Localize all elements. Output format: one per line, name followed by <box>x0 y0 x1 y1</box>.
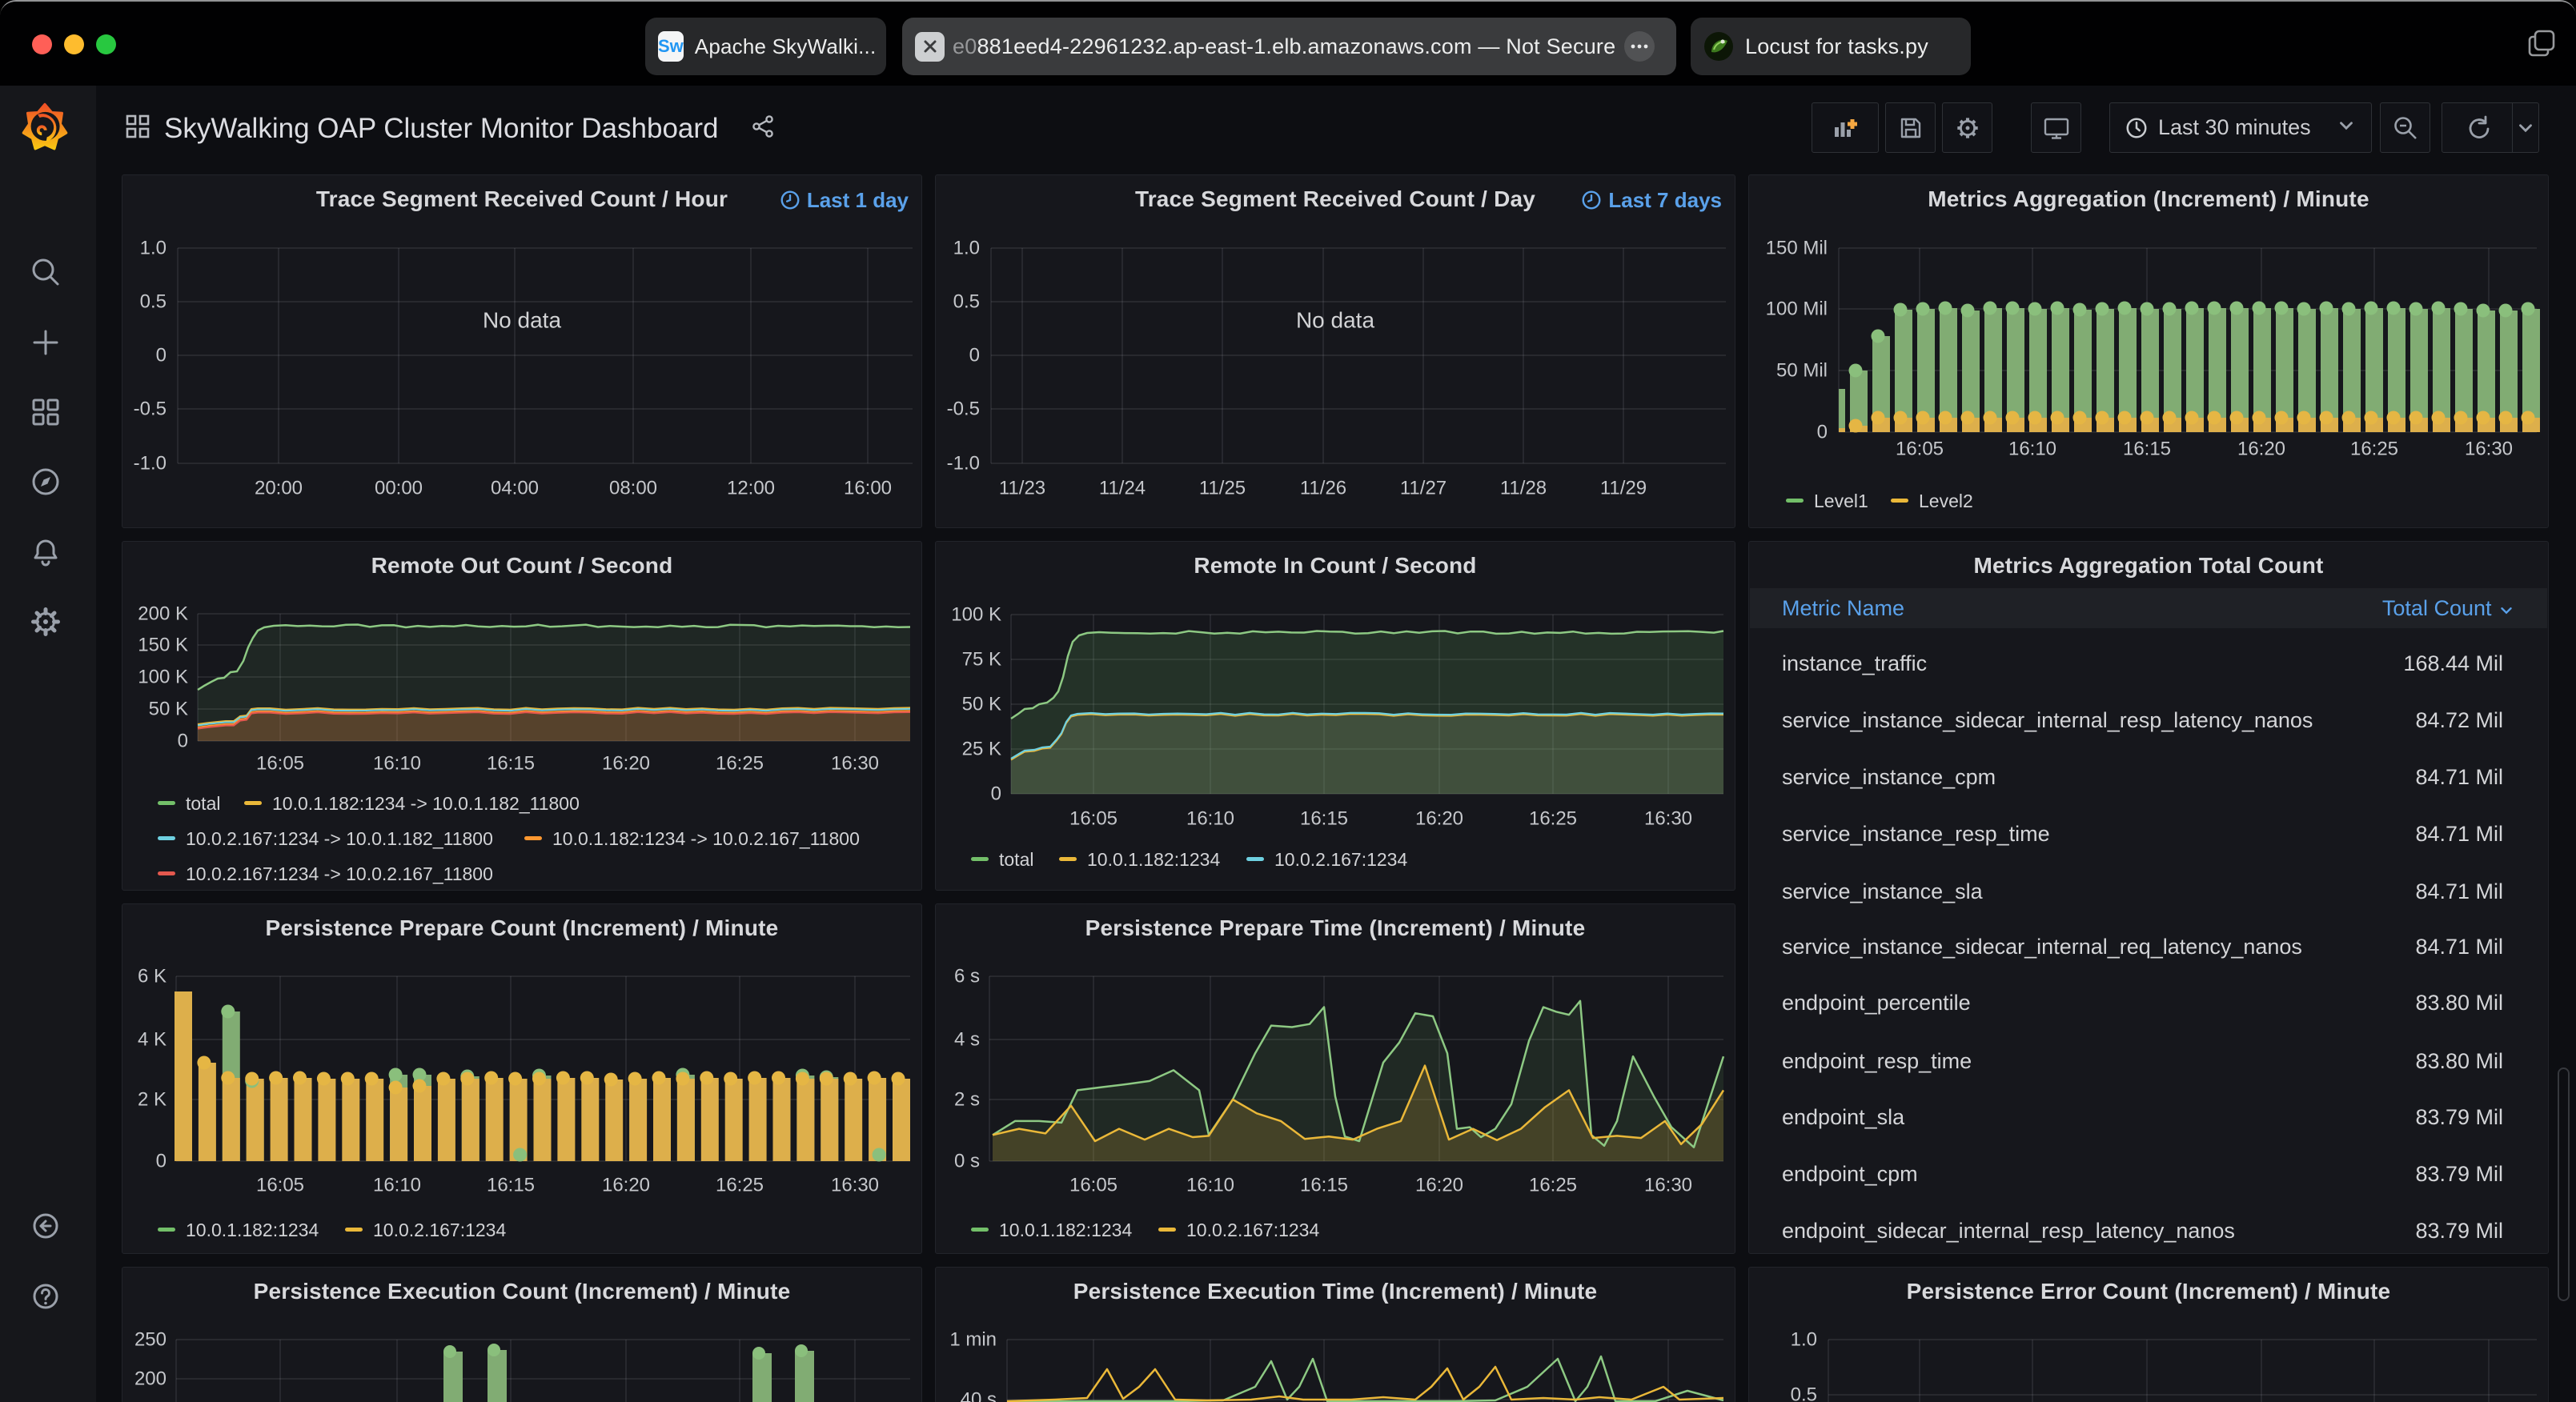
svg-text:2 K: 2 K <box>138 1089 167 1111</box>
svg-text:16:15: 16:15 <box>2123 439 2171 460</box>
svg-text:16:05: 16:05 <box>1896 439 1944 460</box>
svg-text:16:15: 16:15 <box>1300 1175 1348 1196</box>
svg-text:16:10: 16:10 <box>373 753 421 775</box>
svg-text:1 min: 1 min <box>949 1329 997 1351</box>
svg-text:16:20: 16:20 <box>2237 439 2285 460</box>
svg-text:40 s: 40 s <box>961 1389 997 1402</box>
svg-text:16:15: 16:15 <box>487 1175 535 1196</box>
svg-text:16:25: 16:25 <box>1529 1175 1577 1196</box>
svg-text:11/26: 11/26 <box>1300 478 1346 499</box>
svg-text:No data: No data <box>483 308 561 333</box>
svg-text:16:30: 16:30 <box>2465 439 2513 460</box>
svg-text:11/28: 11/28 <box>1500 478 1547 499</box>
svg-text:16:05: 16:05 <box>1069 1175 1117 1196</box>
svg-text:16:20: 16:20 <box>1415 808 1463 830</box>
svg-text:12:00: 12:00 <box>727 478 775 499</box>
svg-text:16:25: 16:25 <box>1529 808 1577 830</box>
svg-text:16:20: 16:20 <box>602 1175 650 1196</box>
svg-text:0.5: 0.5 <box>953 291 980 313</box>
svg-text:1.0: 1.0 <box>140 238 167 259</box>
svg-text:4 K: 4 K <box>138 1029 167 1051</box>
svg-text:0: 0 <box>178 731 188 752</box>
svg-text:11/29: 11/29 <box>1600 478 1647 499</box>
svg-text:11/25: 11/25 <box>1199 478 1246 499</box>
svg-text:16:05: 16:05 <box>1069 808 1117 830</box>
svg-text:1.0: 1.0 <box>1791 1329 1817 1351</box>
svg-text:6 s: 6 s <box>954 966 980 987</box>
svg-text:16:05: 16:05 <box>256 753 304 775</box>
svg-text:No data: No data <box>1296 308 1374 333</box>
svg-text:16:10: 16:10 <box>2008 439 2056 460</box>
svg-text:0 s: 0 s <box>954 1151 980 1172</box>
svg-text:4 s: 4 s <box>954 1029 980 1051</box>
svg-text:16:30: 16:30 <box>1644 808 1692 830</box>
svg-text:75 K: 75 K <box>962 649 1001 671</box>
svg-text:00:00: 00:00 <box>375 478 423 499</box>
svg-text:25 K: 25 K <box>962 739 1001 760</box>
svg-text:50 Mil: 50 Mil <box>1776 360 1828 382</box>
svg-text:100 K: 100 K <box>138 667 188 688</box>
svg-text:16:30: 16:30 <box>1644 1175 1692 1196</box>
svg-text:16:15: 16:15 <box>487 753 535 775</box>
svg-text:150 K: 150 K <box>138 635 188 656</box>
svg-text:16:10: 16:10 <box>373 1175 421 1196</box>
svg-text:16:30: 16:30 <box>831 753 879 775</box>
svg-text:6 K: 6 K <box>138 966 167 987</box>
svg-text:0.5: 0.5 <box>140 291 167 313</box>
svg-text:16:25: 16:25 <box>2350 439 2398 460</box>
svg-text:2 s: 2 s <box>954 1089 980 1111</box>
svg-text:0: 0 <box>1817 422 1828 443</box>
svg-text:250: 250 <box>134 1329 167 1351</box>
svg-text:16:25: 16:25 <box>716 753 764 775</box>
svg-text:16:10: 16:10 <box>1186 808 1234 830</box>
svg-text:11/24: 11/24 <box>1099 478 1146 499</box>
svg-text:0.5: 0.5 <box>1791 1384 1817 1402</box>
svg-text:16:20: 16:20 <box>602 753 650 775</box>
svg-text:150 Mil: 150 Mil <box>1766 238 1828 259</box>
svg-text:20:00: 20:00 <box>255 478 303 499</box>
svg-text:0: 0 <box>156 345 167 367</box>
svg-text:16:05: 16:05 <box>256 1175 304 1196</box>
svg-text:11/23: 11/23 <box>999 478 1045 499</box>
svg-text:16:25: 16:25 <box>716 1175 764 1196</box>
svg-text:0: 0 <box>156 1151 167 1172</box>
svg-text:200: 200 <box>134 1368 167 1390</box>
svg-text:200 K: 200 K <box>138 603 188 625</box>
svg-text:16:10: 16:10 <box>1186 1175 1234 1196</box>
svg-text:11/27: 11/27 <box>1400 478 1446 499</box>
svg-text:-0.5: -0.5 <box>947 399 980 420</box>
svg-text:50 K: 50 K <box>149 699 188 720</box>
svg-text:04:00: 04:00 <box>491 478 539 499</box>
svg-text:-1.0: -1.0 <box>134 453 167 475</box>
svg-text:-1.0: -1.0 <box>947 453 980 475</box>
svg-text:16:15: 16:15 <box>1300 808 1348 830</box>
svg-text:-0.5: -0.5 <box>134 399 167 420</box>
svg-text:16:00: 16:00 <box>844 478 892 499</box>
svg-text:100 K: 100 K <box>951 604 1001 626</box>
svg-text:16:30: 16:30 <box>831 1175 879 1196</box>
svg-text:1.0: 1.0 <box>953 238 980 259</box>
svg-text:0: 0 <box>969 345 980 367</box>
svg-text:100 Mil: 100 Mil <box>1766 298 1828 320</box>
svg-text:16:20: 16:20 <box>1415 1175 1463 1196</box>
svg-text:50 K: 50 K <box>962 694 1001 715</box>
svg-text:0: 0 <box>991 783 1001 805</box>
svg-text:08:00: 08:00 <box>609 478 657 499</box>
